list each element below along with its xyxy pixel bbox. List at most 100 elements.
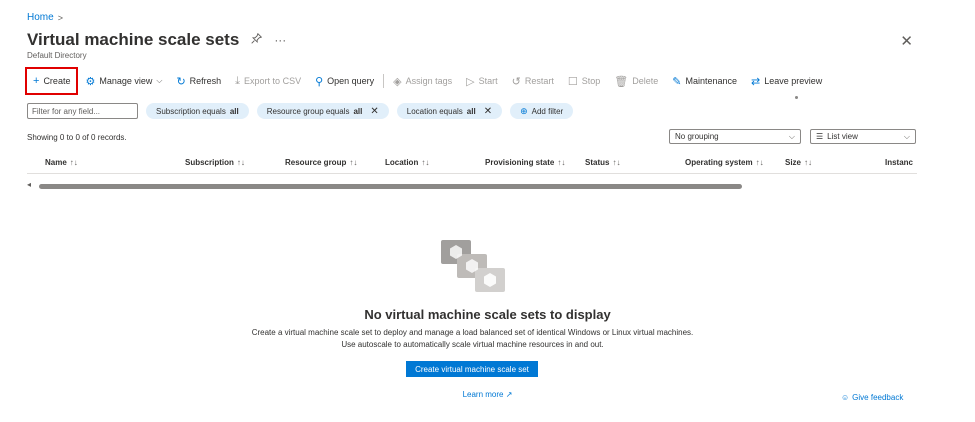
sort-icon: ↑↓: [612, 158, 621, 167]
grouping-select[interactable]: No grouping ⌵: [669, 129, 801, 144]
external-link-icon: ↗: [503, 390, 513, 399]
refresh-label: Refresh: [189, 76, 222, 86]
empty-state-title: No virtual machine scale sets to display: [364, 307, 611, 322]
location-filter-pill[interactable]: Location equals all ✕: [396, 103, 503, 119]
column-header-subscription[interactable]: Subscription ↑↓: [185, 158, 245, 167]
view-mode-selected-value: List view: [827, 132, 858, 141]
leave-preview-label: Leave preview: [764, 76, 823, 86]
sort-icon: ↑↓: [557, 158, 566, 167]
stop-label: Stop: [581, 76, 601, 86]
location-filter-label: Location equals: [406, 106, 463, 116]
wrench-icon: ✎: [672, 75, 682, 88]
chevron-down-icon: ⌵: [156, 76, 163, 85]
play-icon: ▷: [466, 75, 475, 88]
tag-icon: ◈: [393, 75, 402, 88]
column-header-status[interactable]: Status ↑↓: [585, 158, 620, 167]
column-header-name[interactable]: Name ↑↓: [45, 158, 78, 167]
assign-tags-button[interactable]: ◈ Assign tags: [386, 70, 459, 92]
manage-view-label: Manage view: [99, 76, 153, 86]
stop-icon: ☐: [567, 75, 578, 88]
sort-icon: ↑↓: [349, 158, 358, 167]
column-header-location[interactable]: Location ↑↓: [385, 158, 429, 167]
resource-group-filter-label: Resource group equals: [266, 106, 350, 116]
table-header: Name ↑↓ Subscription ↑↓ Resource group ↑↓ L…: [27, 154, 917, 174]
stop-button[interactable]: ☐ Stop: [561, 70, 607, 92]
query-icon: ⚲: [315, 75, 324, 88]
column-header-resource-group[interactable]: Resource group ↑↓: [285, 158, 357, 167]
close-icon[interactable]: ✕: [900, 32, 913, 50]
pin-icon[interactable]: [251, 32, 263, 47]
give-feedback-link[interactable]: ☺ Give feedback: [841, 393, 903, 402]
close-icon[interactable]: ✕: [370, 106, 378, 117]
refresh-button[interactable]: ↻ Refresh: [169, 70, 228, 92]
breadcrumb: Home >: [27, 12, 63, 23]
column-header-instances[interactable]: Instanc: [885, 158, 913, 167]
open-query-label: Open query: [327, 76, 375, 86]
column-label: Status: [585, 158, 610, 167]
gear-icon: ⚙: [85, 75, 96, 88]
scroll-left-icon[interactable]: ◂: [27, 180, 31, 189]
more-options-icon[interactable]: ···: [274, 33, 286, 47]
breadcrumb-home-link[interactable]: Home: [27, 12, 54, 23]
column-label: Name: [45, 158, 67, 167]
create-label: Create: [43, 76, 71, 86]
chevron-down-icon: ⌵: [788, 131, 795, 141]
view-mode-wrap: ☰ List view: [816, 132, 858, 141]
scale-set-icon: [441, 240, 505, 292]
close-icon[interactable]: ✕: [484, 106, 492, 117]
open-query-button[interactable]: ⚲ Open query: [308, 70, 381, 92]
add-filter-button[interactable]: ⊕ Add filter: [510, 103, 574, 119]
refresh-icon: ↻: [176, 75, 186, 88]
add-filter-label: Add filter: [531, 106, 564, 116]
list-icon: ☰: [816, 132, 824, 141]
plus-icon: +: [33, 75, 40, 87]
create-button[interactable]: + Create: [25, 67, 79, 95]
leave-preview-button[interactable]: ⇄ Leave preview: [744, 70, 829, 92]
scrollbar-thumb[interactable]: [39, 184, 742, 189]
restart-button[interactable]: ↺ Restart: [505, 70, 561, 92]
subscription-filter-label: Subscription equals: [156, 106, 226, 116]
delete-button[interactable]: 🗑 Delete: [607, 70, 665, 92]
learn-more-link[interactable]: Learn more ↗: [0, 390, 975, 399]
sort-icon: ↑↓: [804, 158, 813, 167]
start-button[interactable]: ▷ Start: [459, 70, 504, 92]
trash-icon: 🗑: [614, 75, 629, 88]
switch-icon: ⇄: [751, 75, 761, 88]
manage-view-button[interactable]: ⚙ Manage view ⌵: [78, 70, 169, 92]
column-header-size[interactable]: Size ↑↓: [785, 158, 812, 167]
column-header-operating-system[interactable]: Operating system ↑↓: [685, 158, 764, 167]
delete-label: Delete: [632, 76, 659, 86]
column-label: Resource group: [285, 158, 347, 167]
horizontal-scrollbar[interactable]: ◂: [27, 180, 917, 190]
sort-icon: ↑↓: [236, 158, 245, 167]
column-label: Location: [385, 158, 419, 167]
command-bar: + Create ⚙ Manage view ⌵ ↻ Refresh ⤓ Exp…: [25, 67, 829, 95]
create-scale-set-button[interactable]: Create virtual machine scale set: [406, 361, 538, 377]
view-mode-select[interactable]: ☰ List view ⌵: [810, 129, 916, 144]
add-filter-icon: ⊕: [520, 105, 528, 116]
location-filter-value: all: [466, 106, 476, 116]
filter-search-input[interactable]: [27, 103, 138, 119]
subscription-filter-pill[interactable]: Subscription equals all: [146, 103, 249, 119]
sort-icon: ↑↓: [755, 158, 764, 167]
empty-state-description: Create a virtual machine scale set to de…: [251, 328, 694, 349]
grouping-selected-value: No grouping: [675, 132, 719, 141]
column-label: Size: [785, 158, 802, 167]
column-label: Instanc: [885, 158, 914, 167]
column-header-provisioning-state[interactable]: Provisioning state ↑↓: [485, 158, 565, 167]
feedback-icon: ☺: [841, 393, 850, 402]
resource-group-filter-pill[interactable]: Resource group equals all ✕: [256, 103, 389, 119]
page-title: Virtual machine scale sets: [27, 30, 240, 49]
breadcrumb-separator: >: [57, 12, 63, 23]
column-label: Subscription: [185, 158, 234, 167]
export-csv-label: Export to CSV: [244, 76, 302, 86]
export-csv-button[interactable]: ⤓ Export to CSV: [228, 70, 308, 92]
title-row: Virtual machine scale sets ···: [27, 30, 286, 50]
maintenance-label: Maintenance: [685, 76, 738, 86]
learn-more-label: Learn more: [462, 390, 504, 399]
toolbar-divider: [383, 74, 385, 88]
restart-label: Restart: [524, 76, 554, 86]
restart-icon: ↺: [511, 75, 521, 88]
start-label: Start: [478, 76, 498, 86]
maintenance-button[interactable]: ✎ Maintenance: [665, 70, 744, 92]
